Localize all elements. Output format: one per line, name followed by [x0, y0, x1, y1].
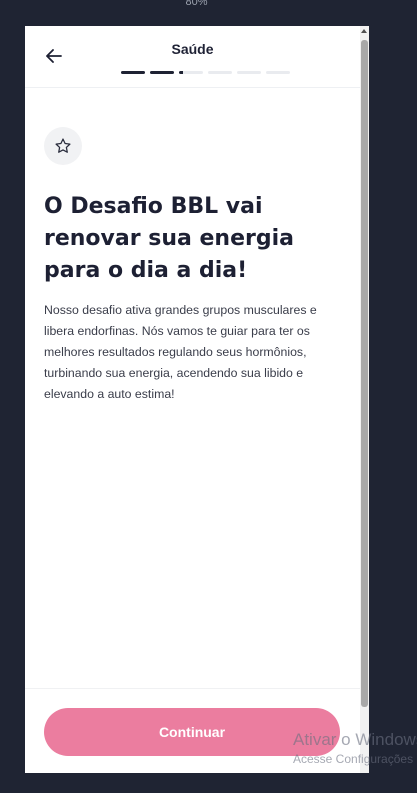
progress-segment: [237, 71, 261, 74]
progress-segment: [208, 71, 232, 74]
progress-segment-current: [179, 71, 203, 74]
scrollbar[interactable]: [360, 26, 369, 773]
progress-segment: [266, 71, 290, 74]
scrollbar-thumb[interactable]: [361, 40, 368, 707]
app-window: Saúde O Desafio BBL vai renovar sua ener…: [25, 26, 369, 773]
zoom-level-label: 80%: [185, 0, 208, 8]
body-text: Nosso desafio ativa grandes grupos muscu…: [44, 303, 317, 401]
headline: O Desafio BBL vai renovar sua energia pa…: [44, 194, 294, 283]
scroll-up-icon[interactable]: [361, 29, 367, 33]
badge: [44, 127, 82, 165]
progress-segment: [150, 71, 174, 74]
watermark-subtitle: Acesse Configurações: [293, 752, 414, 766]
page-title: Saúde: [171, 41, 214, 57]
top-bar: Saúde: [25, 26, 360, 88]
step-progress-indicator: [121, 71, 290, 74]
progress-segment: [121, 71, 145, 74]
star-outline-icon: [55, 138, 71, 153]
windows-activation-watermark: Ativar o Windows Acesse Configurações: [293, 729, 417, 767]
watermark-title: Ativar o Windows: [293, 730, 417, 749]
